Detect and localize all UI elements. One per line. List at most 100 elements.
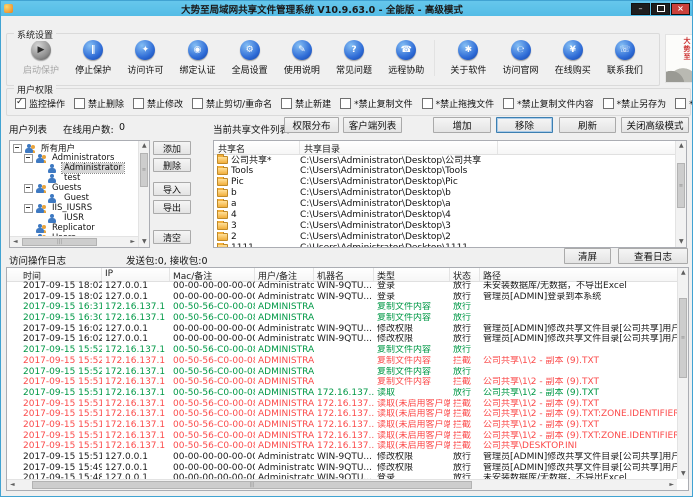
column-header-user[interactable]: 用户/备注 [255,268,314,281]
restore-button[interactable] [651,3,670,15]
permission-distribution-button[interactable]: 权限分布 [284,117,339,133]
scroll-right-icon[interactable]: ► [130,239,135,245]
log-row[interactable]: 2017-09-15 15:52:26 172.16.137.1 00-50-5… [7,345,677,356]
remove-share-button[interactable]: 移除 [496,117,553,133]
log-row[interactable]: 2017-09-15 16:31:46 172.16.137.1 00-50-5… [7,302,677,313]
scroll-up-icon[interactable]: ▲ [679,143,684,149]
permission-checkbox[interactable]: *禁止复制文件 [340,97,413,110]
scroll-left-icon[interactable]: ◄ [10,482,15,488]
tree-vscroll-thumb[interactable]: ≡ [140,153,148,187]
log-vertical-scrollbar[interactable]: ▲ ≡ ▼ [677,268,688,479]
log-row[interactable]: 2017-09-15 15:51:33 172.16.137.1 00-50-5… [7,399,677,410]
toolbar-button[interactable]: ✦ 访问许可 [121,40,169,76]
permission-checkbox[interactable]: 禁止新建 [281,97,331,110]
share-vscroll-thumb[interactable]: ≡ [677,163,685,208]
log-row[interactable]: 2017-09-15 15:49:10 127.0.0.1 00-00-00-0… [7,463,677,474]
permission-checkbox[interactable]: 监控操作 [15,97,65,110]
column-header-path[interactable]: 路径 [480,268,677,281]
tree-item[interactable]: 所有用户 [10,143,138,153]
close-button[interactable]: × [671,3,690,15]
log-row[interactable]: 2017-09-15 15:51:24 172.16.137.1 00-50-5… [7,441,677,452]
log-row[interactable]: 2017-09-15 15:52:17 172.16.137.1 00-50-5… [7,367,677,378]
log-row[interactable]: 2017-09-15 15:51:50 172.16.137.1 00-50-5… [7,388,677,399]
column-header-status[interactable]: 状态 [450,268,480,281]
share-vertical-scrollbar[interactable]: ▲ ≡ ▼ [675,141,686,247]
scroll-down-icon[interactable]: ▼ [142,239,147,245]
toolbar-button[interactable]: ◉ 绑定认证 [174,40,222,76]
expander-icon[interactable] [13,144,22,153]
log-row[interactable]: 2017-09-15 15:51:33 172.16.137.1 00-50-5… [7,409,677,420]
log-row[interactable]: 2017-09-15 16:30:26 172.16.137.1 00-50-5… [7,313,677,324]
close-advanced-mode-button[interactable]: 关闭高级模式 [621,117,689,133]
scroll-right-icon[interactable]: ► [669,482,674,488]
share-row[interactable]: Pic C:\Users\Administrator\Desktop\Pic [214,176,675,187]
tree-item[interactable]: Guest [10,193,138,203]
tree-item[interactable]: Administrators [10,153,138,163]
tree-item[interactable]: IIS_IUSRS [10,203,138,213]
permission-checkbox[interactable]: 禁止删除 [74,97,124,110]
share-row[interactable]: a C:\Users\Administrator\Desktop\a [214,198,675,209]
column-header-ip[interactable]: IP [102,268,170,281]
clear-screen-button[interactable]: 清屏 [564,248,611,264]
toolbar-button[interactable]: ✎ 使用说明 [278,40,326,76]
permission-checkbox[interactable]: *禁止复制文件内容 [503,97,594,110]
toolbar-button[interactable]: ‖ 停止保护 [69,40,117,76]
toolbar-button[interactable]: ⚙ 全局设置 [226,40,274,76]
share-row[interactable]: 1111 C:\Users\Administrator\Desktop\1111 [214,242,675,247]
permission-checkbox[interactable]: 禁止剪切/重命名 [192,97,272,110]
permission-checkbox[interactable]: *禁止拖拽文件 [422,97,495,110]
column-header-time[interactable]: 时间 [7,268,102,281]
permission-checkbox[interactable]: *禁止打印 [675,97,693,110]
log-row[interactable]: 2017-09-15 16:02:44 127.0.0.1 00-00-00-0… [7,334,677,345]
share-row[interactable]: 2 C:\Users\Administrator\Desktop\2 [214,231,675,242]
column-header-mac[interactable]: Mac/备注 [170,268,255,281]
log-row[interactable]: 2017-09-15 15:51:54 172.16.137.1 00-50-5… [7,377,677,388]
share-row[interactable]: Tools C:\Users\Administrator\Desktop\Too… [214,165,675,176]
toolbar-button[interactable]: ? 常见问题 [330,40,378,76]
share-row[interactable]: b C:\Users\Administrator\Desktop\b [214,187,675,198]
export-button[interactable]: 导出 [153,200,191,214]
column-header-share-dir[interactable]: 共享目录 [300,141,498,154]
clear-button[interactable]: 清空 [153,230,191,244]
add-share-button[interactable]: 增加 [433,117,491,133]
log-row[interactable]: 2017-09-15 16:02:47 127.0.0.1 00-00-00-0… [7,324,677,335]
toolbar-button[interactable]: ¥ 在线购买 [549,40,597,76]
share-row[interactable]: 4 C:\Users\Administrator\Desktop\4 [214,209,675,220]
toolbar-button[interactable]: ☏ 联系我们 [601,40,649,76]
log-hscroll-thumb[interactable]: ||| [32,481,472,489]
scroll-up-icon[interactable]: ▲ [142,143,147,149]
log-horizontal-scrollbar[interactable]: ◄ ||| ► [7,479,677,490]
import-button[interactable]: 导入 [153,182,191,196]
log-row[interactable]: 2017-09-15 15:52:23 172.16.137.1 00-50-5… [7,356,677,367]
scroll-down-icon[interactable]: ▼ [679,239,684,245]
column-header-type[interactable]: 类型 [374,268,450,281]
share-row[interactable]: 公司共享* C:\Users\Administrator\Desktop\公司共… [214,154,675,165]
tree-vertical-scrollbar[interactable]: ▲ ≡ ▼ [138,141,149,247]
toolbar-button[interactable]: ✱ 关于软件 [434,40,492,76]
expander-icon[interactable] [24,184,33,193]
expander-icon[interactable] [24,204,33,213]
tree-item[interactable]: Guests [10,183,138,193]
toolbar-button[interactable]: ☎ 远程协助 [382,40,430,76]
permission-checkbox[interactable]: 禁止修改 [133,97,183,110]
tree-hscroll-thumb[interactable]: ||| [22,238,97,246]
log-row[interactable]: 2017-09-15 18:02:37 127.0.0.1 00-00-00-0… [7,281,677,292]
toolbar-button[interactable]: ℮ 访问官网 [497,40,545,76]
column-header-machine[interactable]: 机器名 [314,268,374,281]
tree-item[interactable]: Replicator [10,223,138,233]
scroll-down-icon[interactable]: ▼ [681,471,686,477]
toolbar-button[interactable]: ▶ 启动保护 [17,40,65,76]
column-header-share-name[interactable]: 共享名 [214,141,300,154]
log-row[interactable]: 2017-09-15 15:51:12 127.0.0.1 00-00-00-0… [7,452,677,463]
permission-checkbox[interactable]: *禁止另存为 [603,97,667,110]
delete-user-button[interactable]: 删除 [153,158,191,172]
tree-item[interactable]: test [10,173,138,183]
expander-icon[interactable] [24,154,33,163]
refresh-button[interactable]: 刷新 [559,117,616,133]
log-row[interactable]: 2017-09-15 15:51:27 172.16.137.1 00-50-5… [7,420,677,431]
log-row[interactable]: 2017-09-15 15:51:27 172.16.137.1 00-50-5… [7,431,677,442]
scroll-left-icon[interactable]: ◄ [13,239,18,245]
share-row[interactable]: 3 C:\Users\Administrator\Desktop\3 [214,220,675,231]
tree-item[interactable]: IUSR [10,213,138,223]
client-list-button[interactable]: 客户端列表 [343,117,402,133]
